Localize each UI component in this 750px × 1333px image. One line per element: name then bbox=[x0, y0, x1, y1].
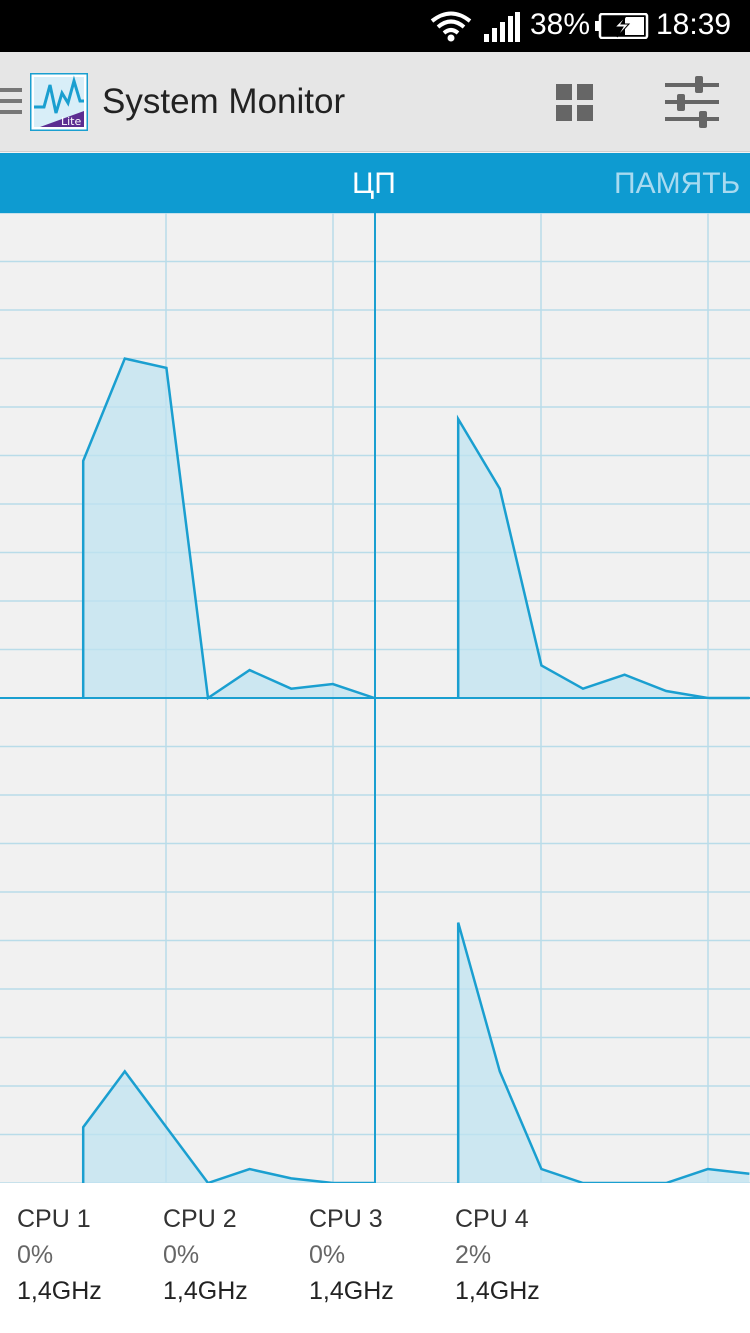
status-bar: 38% 18:39 bbox=[0, 0, 750, 52]
grid-view-icon[interactable] bbox=[556, 84, 594, 122]
cpu-load: 0% bbox=[309, 1241, 346, 1269]
cpu-area-fill bbox=[83, 1071, 375, 1183]
cpu-frequency: 1,4GHz bbox=[163, 1277, 248, 1305]
menu-icon[interactable] bbox=[0, 88, 22, 118]
clock: 18:39 bbox=[656, 8, 732, 41]
settings-sliders-icon[interactable] bbox=[665, 76, 719, 128]
cpu-chart-panel bbox=[0, 212, 375, 701]
cpu-charts-svg bbox=[0, 212, 750, 1185]
cpu-load: 0% bbox=[17, 1241, 54, 1269]
cpu-area-fill bbox=[458, 419, 750, 698]
wifi-icon bbox=[430, 11, 472, 42]
cpu-load: 2% bbox=[455, 1241, 492, 1269]
cpu-name: CPU 4 bbox=[455, 1205, 529, 1233]
cpu-summary-item: CPU 2 0% 1,4GHz bbox=[163, 1205, 248, 1313]
app-icon-badge: Lite bbox=[61, 115, 81, 128]
cpu-load: 0% bbox=[163, 1241, 200, 1269]
app-icon[interactable]: Lite bbox=[30, 73, 88, 131]
battery-charging-icon bbox=[595, 13, 649, 39]
tab-bar: ЦП ПАМЯТЬ bbox=[0, 153, 750, 213]
cpu-summary-item: CPU 4 2% 1,4GHz bbox=[455, 1205, 540, 1313]
cpu-frequency: 1,4GHz bbox=[309, 1277, 394, 1305]
tab-cpu[interactable]: ЦП bbox=[352, 167, 396, 201]
tab-memory[interactable]: ПАМЯТЬ bbox=[614, 167, 740, 201]
cpu-summary-item: CPU 1 0% 1,4GHz bbox=[17, 1205, 102, 1313]
cpu-charts bbox=[0, 212, 750, 1185]
cpu-summary: CPU 1 0% 1,4GHz CPU 2 0% 1,4GHz CPU 3 0%… bbox=[0, 1183, 750, 1333]
action-bar: Lite System Monitor bbox=[0, 52, 750, 152]
cpu-chart-panel bbox=[0, 697, 375, 1185]
battery-percent: 38% bbox=[530, 8, 591, 41]
cpu-name: CPU 1 bbox=[17, 1205, 91, 1233]
cpu-area-fill bbox=[83, 358, 375, 698]
app-title: System Monitor bbox=[102, 82, 346, 121]
cpu-summary-item: CPU 3 0% 1,4GHz bbox=[309, 1205, 394, 1313]
cpu-chart-panel bbox=[375, 697, 750, 1185]
cpu-area-fill bbox=[458, 922, 750, 1183]
cpu-chart-panel bbox=[375, 212, 750, 700]
cpu-frequency: 1,4GHz bbox=[17, 1277, 102, 1305]
signal-icon bbox=[484, 12, 520, 42]
cpu-name: CPU 2 bbox=[163, 1205, 237, 1233]
cpu-frequency: 1,4GHz bbox=[455, 1277, 540, 1305]
cpu-name: CPU 3 bbox=[309, 1205, 383, 1233]
